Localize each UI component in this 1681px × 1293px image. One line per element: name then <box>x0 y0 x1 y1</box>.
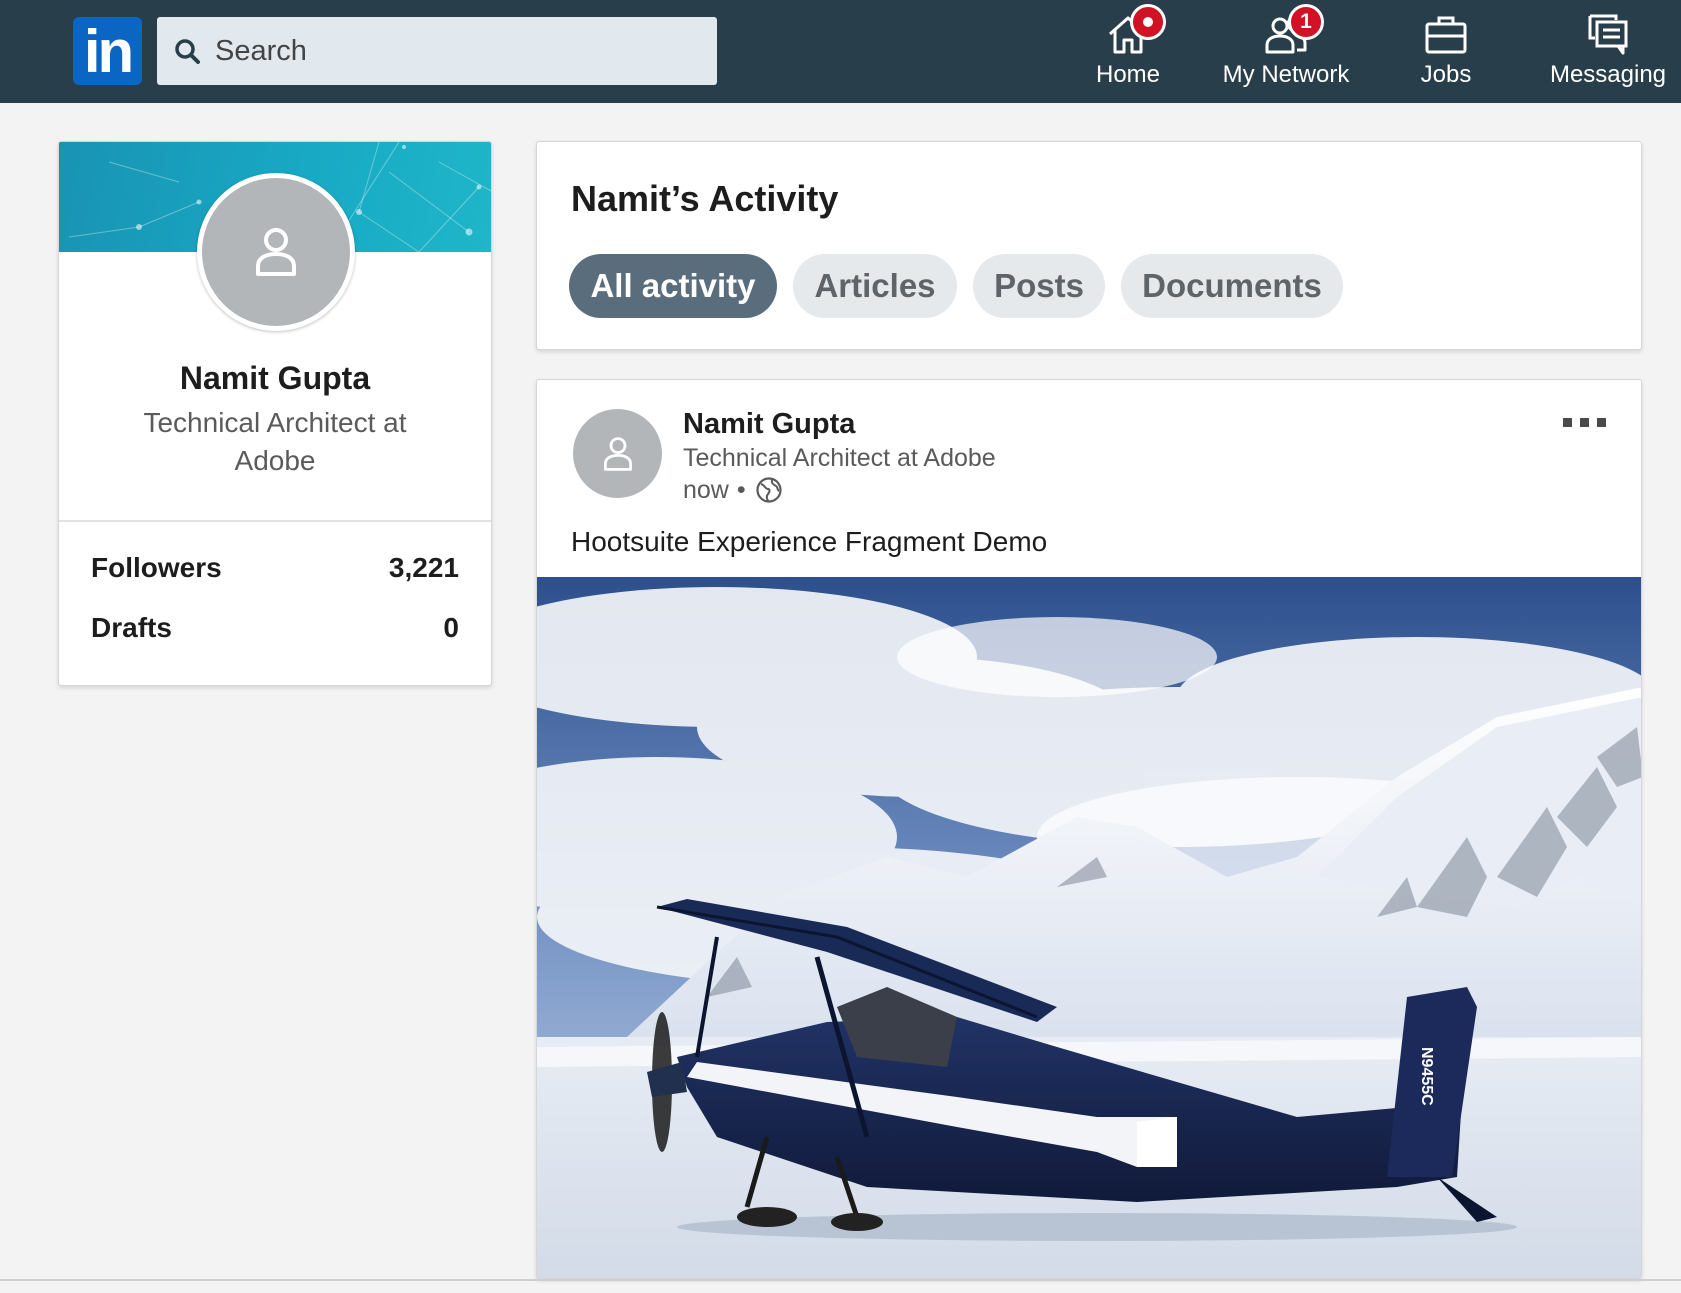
tab-all-activity[interactable]: All activity <box>569 254 777 318</box>
divider <box>59 520 491 522</box>
followers-stat[interactable]: Followers 3,221 <box>91 552 459 592</box>
linkedin-logo[interactable]: in <box>73 17 142 85</box>
notification-dot <box>1130 4 1166 40</box>
briefcase-icon <box>1425 16 1467 54</box>
activity-title: Namit’s Activity <box>571 178 839 219</box>
activity-header-card: Namit’s Activity All activity Articles P… <box>536 141 1642 350</box>
search-icon <box>175 39 200 64</box>
more-dot <box>1580 418 1589 427</box>
nav-item-my-network[interactable]: 1 My Network <box>1210 4 1362 98</box>
post-text: Hootsuite Experience Fragment Demo <box>571 526 1048 557</box>
drafts-label: Drafts <box>91 612 172 643</box>
nav-label-messaging: Messaging <box>1549 61 1667 88</box>
nav-item-messaging[interactable]: Messaging <box>1544 8 1672 98</box>
followers-count: 3,221 <box>388 552 459 583</box>
nav-label-jobs: Jobs <box>1420 61 1472 88</box>
followers-label: Followers <box>91 552 222 583</box>
globe-icon <box>756 477 782 503</box>
profile-card: Namit Gupta Technical Architect at Adobe… <box>58 141 492 686</box>
ski-plane-photo: N9455C <box>537 577 1641 1278</box>
drafts-stat[interactable]: Drafts 0 <box>91 612 459 652</box>
top-navigation-bar: in Home 1 My Network Jo <box>0 0 1681 103</box>
profile-avatar[interactable] <box>197 173 355 331</box>
nav-label-my-network: My Network <box>1222 61 1350 88</box>
post-timestamp-row: now • <box>683 476 754 505</box>
tab-posts[interactable]: Posts <box>973 254 1105 318</box>
post-author-headline: Technical Architect at Adobe <box>683 444 996 472</box>
nav-item-jobs[interactable]: Jobs <box>1406 8 1486 98</box>
tab-articles[interactable]: Articles <box>793 254 957 318</box>
post-image[interactable]: N9455C <box>537 577 1641 1278</box>
post-card: Namit Gupta Technical Architect at Adobe… <box>536 379 1642 1279</box>
profile-name[interactable]: Namit Gupta <box>59 360 491 397</box>
person-placeholder-icon <box>256 228 296 276</box>
person-placeholder-icon <box>604 437 632 471</box>
post-timestamp: now <box>683 476 729 504</box>
search-input[interactable] <box>215 17 705 85</box>
tab-documents[interactable]: Documents <box>1121 254 1343 318</box>
more-options-button[interactable] <box>1563 414 1607 434</box>
tail-number: N9455C <box>1418 1047 1435 1106</box>
page-bottom-border <box>0 1279 1681 1281</box>
notification-count-badge: 1 <box>1288 4 1324 40</box>
nav-label-home: Home <box>1095 61 1161 88</box>
nav-item-home[interactable]: Home <box>1088 4 1168 98</box>
more-dot <box>1597 418 1606 427</box>
drafts-count: 0 <box>443 612 459 643</box>
post-author-avatar[interactable] <box>573 409 662 498</box>
post-author-name[interactable]: Namit Gupta <box>683 408 855 441</box>
search-box[interactable] <box>157 17 717 85</box>
profile-headline: Technical Architect at Adobe <box>143 407 407 476</box>
more-dot <box>1563 418 1572 427</box>
messaging-icon <box>1588 14 1628 55</box>
meta-separator: • <box>736 476 746 504</box>
